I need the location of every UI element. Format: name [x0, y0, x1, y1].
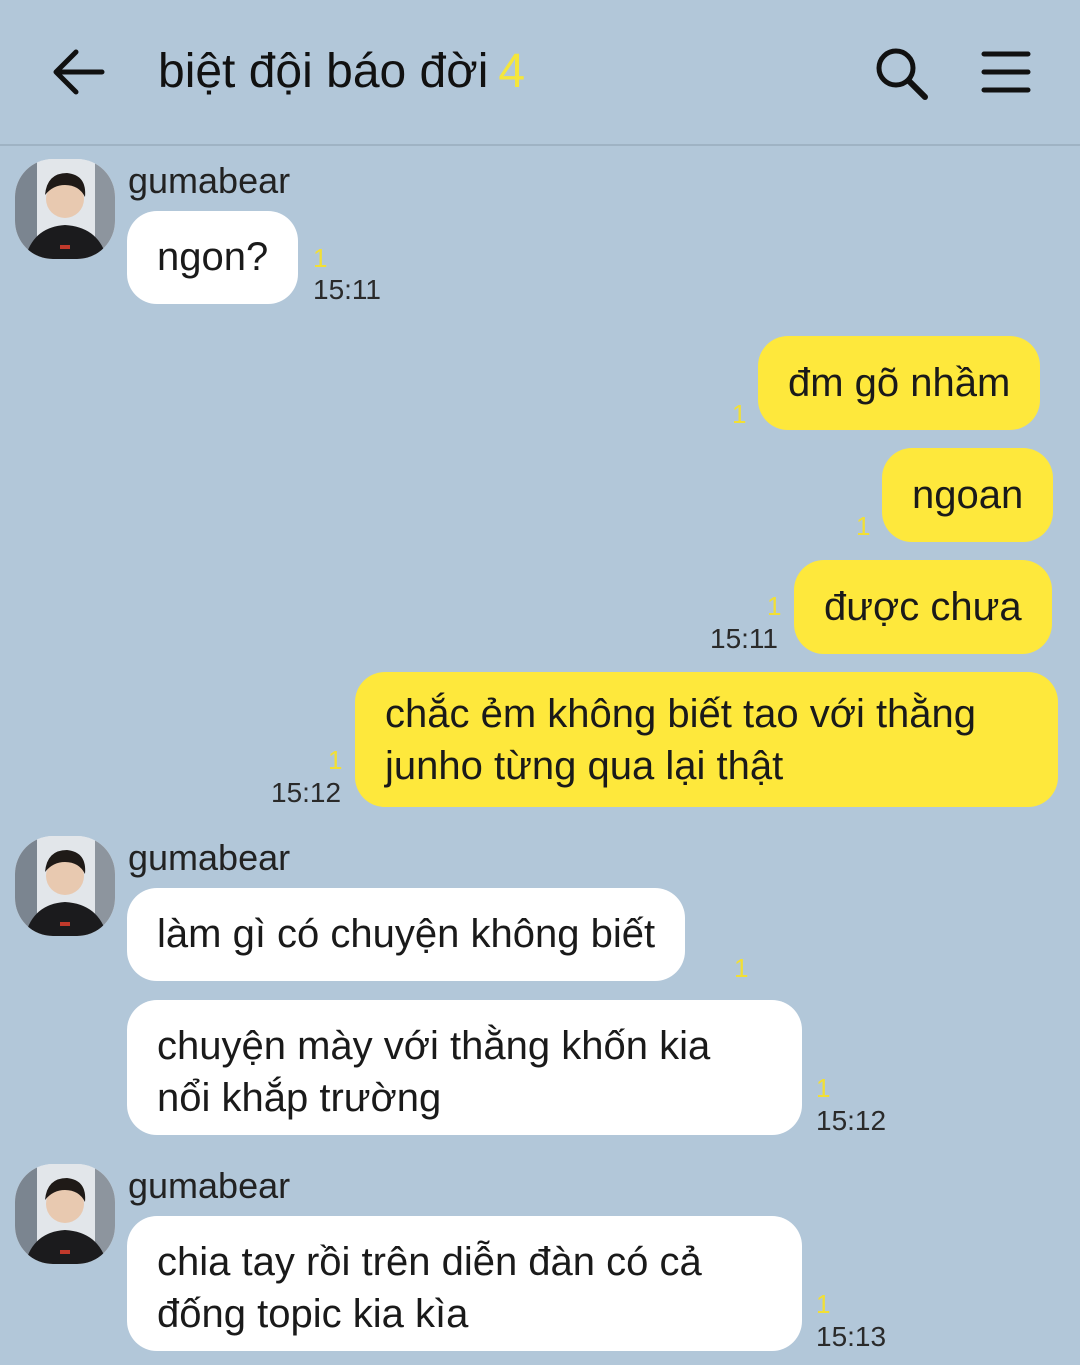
chat-title-text: biệt đội báo đời [158, 45, 489, 98]
message-time: 15:11 [710, 623, 778, 654]
profile-photo-icon [15, 836, 115, 936]
member-count: 4 [498, 45, 526, 98]
sender-name: gumabear [128, 837, 291, 878]
message-bubble-incoming[interactable]: chuyện mày với thằng khốn kia nổi khắp t… [127, 1000, 802, 1135]
message-time: 15:11 [313, 274, 381, 305]
message-bubble-outgoing[interactable]: được chưa [794, 560, 1052, 654]
profile-photo-icon [15, 1164, 115, 1264]
unread-count: 1 [734, 953, 749, 983]
message-line: junho từng qua lại thật [385, 744, 784, 788]
message-line: đống topic kia kìa [157, 1292, 469, 1336]
avatar[interactable] [15, 159, 115, 259]
search-icon[interactable] [872, 44, 930, 102]
unread-count: 1 [856, 511, 871, 541]
unread-count: 1 [816, 1073, 831, 1103]
sender-name: gumabear [128, 1165, 291, 1206]
message-bubble-incoming[interactable]: làm gì có chuyện không biết [127, 888, 686, 981]
unread-count: 1 [732, 399, 747, 429]
arrow-left-icon[interactable] [50, 46, 106, 98]
message-bubble-outgoing[interactable]: ngoan [882, 448, 1054, 542]
message-time: 15:12 [816, 1105, 887, 1136]
message-bubble-incoming[interactable]: chia tay rồi trên diễn đàn có cả đống to… [127, 1216, 802, 1351]
message-line: chắc ẻm không biết tao với thằng [385, 692, 977, 736]
message-time: 15:13 [816, 1321, 887, 1352]
avatar[interactable] [15, 1164, 115, 1264]
message-bubble-outgoing[interactable]: chắc ẻm không biết tao với thằng junho t… [355, 672, 1058, 807]
hamburger-menu-icon[interactable] [980, 48, 1032, 96]
unread-count: 1 [767, 591, 782, 621]
message-time: 15:12 [271, 777, 342, 808]
sender-name: gumabear [128, 160, 291, 201]
message-bubble-outgoing[interactable]: đm gõ nhầm [758, 336, 1041, 430]
profile-photo-icon [15, 159, 115, 259]
unread-count: 1 [313, 243, 328, 273]
chat-header: biệt đội báo đời 4 [0, 0, 1080, 146]
message-line: nổi khắp trường [157, 1076, 442, 1120]
message-line: chia tay rồi trên diễn đàn có cả [157, 1240, 702, 1284]
chat-title: biệt đội báo đời 4 [158, 44, 525, 100]
unread-count: 1 [328, 745, 343, 775]
avatar[interactable] [15, 836, 115, 936]
unread-count: 1 [816, 1289, 831, 1319]
message-bubble-incoming[interactable]: ngon? [127, 211, 299, 304]
message-line: chuyện mày với thằng khốn kia [157, 1024, 711, 1068]
